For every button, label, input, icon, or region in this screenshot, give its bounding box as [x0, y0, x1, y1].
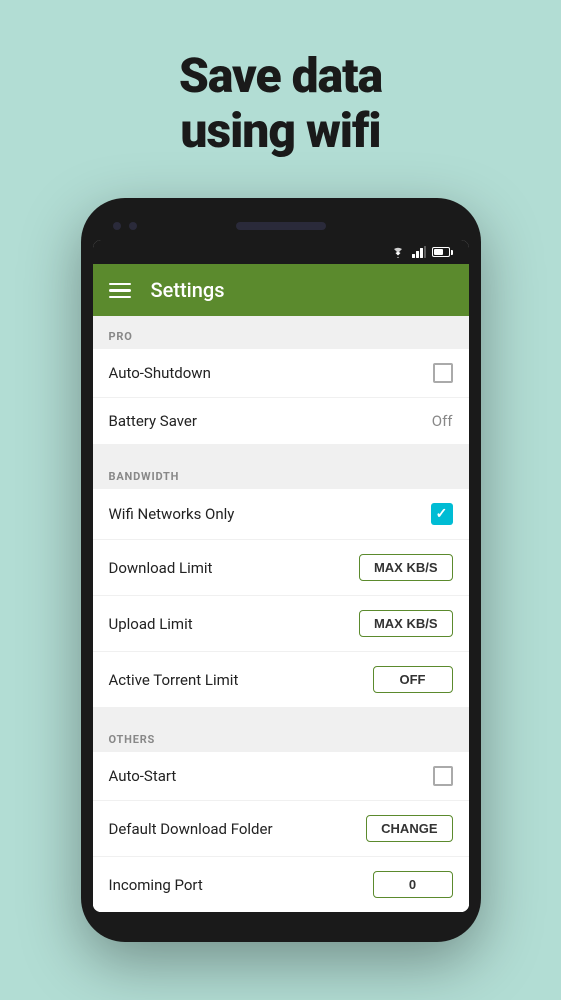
section-header-others: OTHERS — [93, 719, 469, 752]
section-header-bandwidth: BANDWIDTH — [93, 456, 469, 489]
phone-mockup: Settings PRO Auto-Shutdown Battery Saver… — [81, 198, 481, 942]
signal-icon — [412, 246, 426, 258]
settings-content: PRO Auto-Shutdown Battery Saver Off BAND… — [93, 316, 469, 912]
row-auto-shutdown[interactable]: Auto-Shutdown — [93, 349, 469, 398]
wifi-networks-label: Wifi Networks Only — [109, 505, 235, 523]
upload-limit-button[interactable]: MAX KB/S — [359, 610, 453, 637]
camera-area — [113, 222, 137, 230]
divider-1 — [93, 444, 469, 456]
wifi-icon — [390, 246, 406, 258]
auto-shutdown-label: Auto-Shutdown — [109, 364, 211, 382]
app-bar: Settings — [93, 264, 469, 316]
phone-screen: Settings PRO Auto-Shutdown Battery Saver… — [93, 240, 469, 912]
pro-group: Auto-Shutdown Battery Saver Off — [93, 349, 469, 444]
row-upload-limit[interactable]: Upload Limit MAX KB/S — [93, 596, 469, 652]
wifi-networks-checkbox[interactable] — [431, 503, 453, 525]
row-incoming-port[interactable]: Incoming Port 0 — [93, 857, 469, 912]
download-folder-label: Default Download Folder — [109, 820, 273, 838]
camera-dot-2 — [129, 222, 137, 230]
row-auto-start[interactable]: Auto-Start — [93, 752, 469, 801]
camera-dot-1 — [113, 222, 121, 230]
bandwidth-group: Wifi Networks Only Download Limit MAX KB… — [93, 489, 469, 707]
row-torrent-limit[interactable]: Active Torrent Limit OFF — [93, 652, 469, 707]
download-limit-button[interactable]: MAX KB/S — [359, 554, 453, 581]
incoming-port-button[interactable]: 0 — [373, 871, 453, 898]
speaker-bar — [236, 222, 326, 230]
phone-top-bar — [93, 212, 469, 240]
row-download-limit[interactable]: Download Limit MAX KB/S — [93, 540, 469, 596]
upload-limit-label: Upload Limit — [109, 615, 193, 633]
status-bar — [93, 240, 469, 264]
row-wifi-networks[interactable]: Wifi Networks Only — [93, 489, 469, 540]
others-group: Auto-Start Default Download Folder CHANG… — [93, 752, 469, 912]
torrent-limit-label: Active Torrent Limit — [109, 671, 239, 689]
incoming-port-label: Incoming Port — [109, 876, 203, 894]
battery-saver-value: Off — [432, 412, 453, 430]
section-header-pro: PRO — [93, 316, 469, 349]
auto-start-checkbox[interactable] — [433, 766, 453, 786]
hero-title: Save data using wifi — [179, 48, 382, 158]
divider-2 — [93, 707, 469, 719]
download-limit-label: Download Limit — [109, 559, 213, 577]
download-folder-button[interactable]: CHANGE — [366, 815, 452, 842]
battery-icon — [432, 247, 453, 257]
battery-saver-label: Battery Saver — [109, 412, 197, 430]
row-battery-saver[interactable]: Battery Saver Off — [93, 398, 469, 444]
torrent-limit-button[interactable]: OFF — [373, 666, 453, 693]
row-download-folder[interactable]: Default Download Folder CHANGE — [93, 801, 469, 857]
menu-icon[interactable] — [109, 283, 131, 299]
app-bar-title: Settings — [151, 278, 225, 302]
auto-shutdown-checkbox[interactable] — [433, 363, 453, 383]
auto-start-label: Auto-Start — [109, 767, 177, 785]
